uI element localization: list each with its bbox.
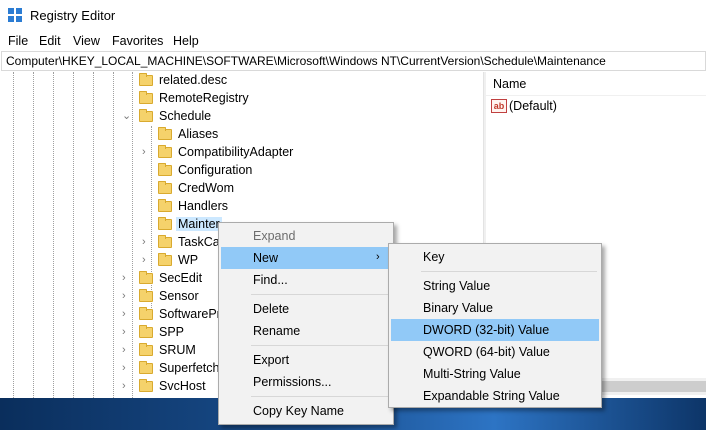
- tree-node-handlers[interactable]: Handlers: [0, 198, 483, 216]
- menu-item-copy-key-name[interactable]: Copy Key Name: [221, 400, 391, 422]
- address-path[interactable]: Computer\HKEY_LOCAL_MACHINE\SOFTWARE\Mic…: [6, 54, 606, 68]
- menu-help[interactable]: Help: [173, 34, 199, 48]
- tree-node-related-desc[interactable]: related.desc: [0, 72, 483, 90]
- submenu-item-multi-string-value[interactable]: Multi-String Value: [391, 363, 599, 385]
- expand-arrow-icon[interactable]: ›: [142, 146, 152, 158]
- folder-icon: [139, 109, 153, 122]
- column-name-header[interactable]: Name: [493, 77, 526, 91]
- tree-node-label[interactable]: CredWom: [178, 181, 234, 195]
- menu-file[interactable]: File: [8, 34, 28, 48]
- folder-icon: [139, 379, 153, 392]
- folder-icon: [158, 199, 172, 212]
- folder-icon: [139, 73, 153, 86]
- tree-node-label[interactable]: Sensor: [159, 289, 199, 303]
- tree-node-credwom[interactable]: CredWom: [0, 180, 483, 198]
- new-submenu: Key String Value Binary Value DWORD (32-…: [388, 243, 602, 408]
- submenu-item-key[interactable]: Key: [391, 246, 599, 268]
- collapse-arrow-icon[interactable]: ⌄: [122, 110, 132, 122]
- tree-node-label[interactable]: Configuration: [178, 163, 252, 177]
- tree-node-label[interactable]: Handlers: [178, 199, 228, 213]
- tree-node-compatibilityadapter[interactable]: › CompatibilityAdapter: [0, 144, 483, 162]
- menu-item-new[interactable]: New ›: [221, 247, 391, 269]
- expand-arrow-icon[interactable]: ›: [122, 308, 132, 320]
- tree-node-remoteregistry[interactable]: RemoteRegistry: [0, 90, 483, 108]
- menu-item-rename[interactable]: Rename: [221, 320, 391, 342]
- menu-edit[interactable]: Edit: [39, 34, 61, 48]
- menu-item-find[interactable]: Find...: [221, 269, 391, 291]
- address-bar[interactable]: Computer\HKEY_LOCAL_MACHINE\SOFTWARE\Mic…: [1, 51, 706, 71]
- tree-node-label[interactable]: CompatibilityAdapter: [178, 145, 293, 159]
- tree-node-label[interactable]: RemoteRegistry: [159, 91, 249, 105]
- tree-node-label[interactable]: Superfetch: [159, 361, 219, 375]
- registry-app-icon: [8, 8, 22, 22]
- expand-arrow-icon[interactable]: ›: [122, 290, 132, 302]
- tree-node-schedule[interactable]: ⌄ Schedule: [0, 108, 483, 126]
- folder-icon: [139, 289, 153, 302]
- tree-node-label[interactable]: SRUM: [159, 343, 196, 357]
- title-bar: Registry Editor: [0, 0, 706, 31]
- submenu-item-expandable-string-value[interactable]: Expandable String Value: [391, 385, 599, 407]
- tree-node-label[interactable]: Schedule: [159, 109, 211, 123]
- submenu-item-binary-value[interactable]: Binary Value: [391, 297, 599, 319]
- window-title: Registry Editor: [30, 8, 116, 23]
- tree-node-label[interactable]: related.desc: [159, 73, 227, 87]
- context-menu: Expand New › Find... Delete Rename Expor…: [218, 222, 394, 425]
- folder-icon: [139, 343, 153, 356]
- folder-icon: [158, 235, 172, 248]
- tree-node-configuration[interactable]: Configuration: [0, 162, 483, 180]
- tree-node-label[interactable]: Mainter: [176, 217, 222, 231]
- expand-arrow-icon[interactable]: ›: [122, 380, 132, 392]
- submenu-arrow-icon: ›: [376, 251, 380, 263]
- expand-arrow-icon[interactable]: ›: [122, 362, 132, 374]
- string-value-icon: ab: [491, 99, 507, 113]
- menu-item-permissions[interactable]: Permissions...: [221, 371, 391, 393]
- menu-favorites[interactable]: Favorites: [112, 34, 163, 48]
- folder-icon: [139, 361, 153, 374]
- tree-node-label[interactable]: Aliases: [178, 127, 218, 141]
- folder-icon: [139, 325, 153, 338]
- tree-node-label[interactable]: WP: [178, 253, 198, 267]
- horizontal-scrollbar[interactable]: [600, 378, 706, 395]
- folder-icon: [139, 307, 153, 320]
- menu-item-export[interactable]: Export: [221, 349, 391, 371]
- menu-view[interactable]: View: [73, 34, 100, 48]
- tree-node-aliases[interactable]: Aliases: [0, 126, 483, 144]
- folder-icon: [158, 253, 172, 266]
- scrollbar-thumb[interactable]: [600, 381, 706, 392]
- tree-node-label[interactable]: SecEdit: [159, 271, 202, 285]
- menu-item-expand[interactable]: Expand: [221, 225, 391, 247]
- submenu-item-qword-value[interactable]: QWORD (64-bit) Value: [391, 341, 599, 363]
- folder-icon: [139, 271, 153, 284]
- submenu-item-dword-value[interactable]: DWORD (32-bit) Value: [391, 319, 599, 341]
- folder-icon: [158, 163, 172, 176]
- folder-icon: [158, 145, 172, 158]
- value-name[interactable]: (Default): [509, 99, 557, 113]
- folder-icon: [158, 127, 172, 140]
- expand-arrow-icon[interactable]: ›: [122, 344, 132, 356]
- folder-icon: [158, 217, 172, 230]
- expand-arrow-icon[interactable]: ›: [122, 326, 132, 338]
- menu-bar: File Edit View Favorites Help: [0, 31, 706, 51]
- expand-arrow-icon[interactable]: ›: [142, 254, 152, 266]
- menu-item-delete[interactable]: Delete: [221, 298, 391, 320]
- tree-node-label[interactable]: SPP: [159, 325, 184, 339]
- expand-arrow-icon[interactable]: ›: [122, 272, 132, 284]
- tree-node-label[interactable]: SvcHost: [159, 379, 206, 393]
- submenu-item-string-value[interactable]: String Value: [391, 275, 599, 297]
- folder-icon: [139, 91, 153, 104]
- expand-arrow-icon[interactable]: ›: [142, 236, 152, 248]
- folder-icon: [158, 181, 172, 194]
